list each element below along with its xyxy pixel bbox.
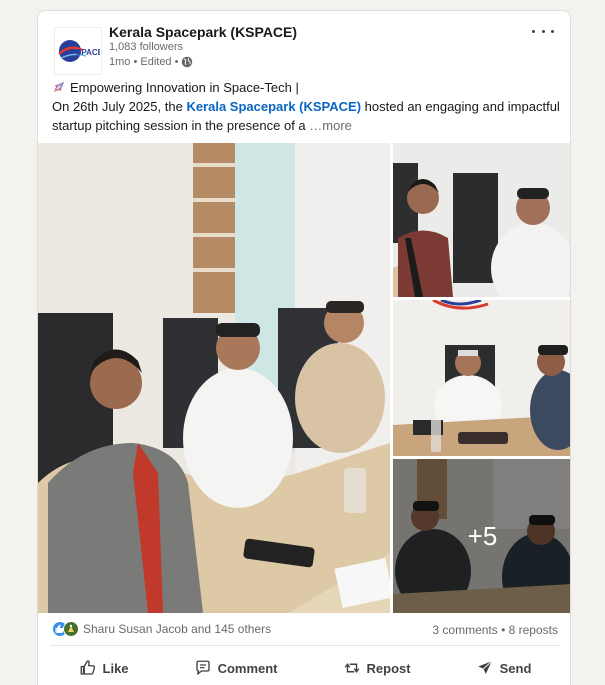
post-time-edited: 1mo • Edited • <box>109 56 179 68</box>
reactions-summary[interactable]: Sharu Susan Jacob and 145 others <box>52 621 271 637</box>
reaction-names: Sharu Susan Jacob and 145 others <box>83 622 272 636</box>
post-header: SPACE Kerala Spacepark (KSPACE) 1,083 fo… <box>38 11 570 81</box>
logo-text: SPACE <box>76 48 100 57</box>
celebrate-reaction-icon <box>63 621 79 637</box>
post-image-grid: +5 <box>38 143 570 613</box>
repost-button[interactable]: Repost <box>335 655 419 681</box>
send-button[interactable]: Send <box>468 655 540 681</box>
commentary-text: startup pitching session in the presence… <box>52 118 306 133</box>
post-commentary: Empowering Innovation in Space-Tech | On… <box>52 78 562 135</box>
commentary-line-3: startup pitching session in the presence… <box>52 116 562 135</box>
kspace-logo-icon: SPACE <box>58 40 100 62</box>
like-label: Like <box>102 660 129 676</box>
comment-label: Comment <box>217 660 278 676</box>
more-images-count: +5 <box>393 459 570 613</box>
post-photo-3[interactable] <box>393 300 570 456</box>
post-photo-main[interactable] <box>38 143 390 613</box>
comment-button[interactable]: Comment <box>186 655 286 681</box>
rocket-icon <box>53 81 65 93</box>
social-counts: Sharu Susan Jacob and 145 others 3 comme… <box>52 619 558 641</box>
post-meta: 1mo • Edited • <box>109 56 193 68</box>
social-action-bar: Like Comment Repost Send <box>46 653 564 683</box>
commentary-text: On 26th July 2025, the <box>52 99 183 114</box>
send-label: Send <box>499 660 532 676</box>
comment-icon <box>195 660 210 675</box>
author-followers: 1,083 followers <box>109 41 183 53</box>
like-button[interactable]: Like <box>71 655 137 681</box>
company-logo[interactable]: SPACE <box>54 27 102 75</box>
author-name[interactable]: Kerala Spacepark (KSPACE) <box>109 24 297 40</box>
divider <box>50 645 560 646</box>
company-mention-link[interactable]: Kerala Spacepark (KSPACE) <box>186 99 361 114</box>
post-photo-2[interactable] <box>393 143 570 297</box>
repost-icon <box>344 663 359 673</box>
globe-icon <box>182 56 193 68</box>
commentary-line-1: Empowering Innovation in Space-Tech | <box>52 78 562 97</box>
commentary-headline: Empowering Innovation in Space-Tech | <box>70 80 299 95</box>
post-options-icon[interactable] <box>532 23 554 39</box>
see-more-button[interactable]: …more <box>309 118 352 133</box>
send-icon <box>477 660 492 674</box>
thumbs-up-icon <box>80 660 95 675</box>
commentary-text: hosted an engaging and impactful <box>364 99 560 114</box>
commentary-line-2: On 26th July 2025, the Kerala Spacepark … <box>52 97 562 116</box>
post-photo-more[interactable]: +5 <box>393 459 570 613</box>
comments-reposts-count[interactable]: 3 comments • 8 reposts <box>432 623 558 637</box>
feed-post-card: SPACE Kerala Spacepark (KSPACE) 1,083 fo… <box>37 10 571 685</box>
repost-label: Repost <box>366 660 411 676</box>
